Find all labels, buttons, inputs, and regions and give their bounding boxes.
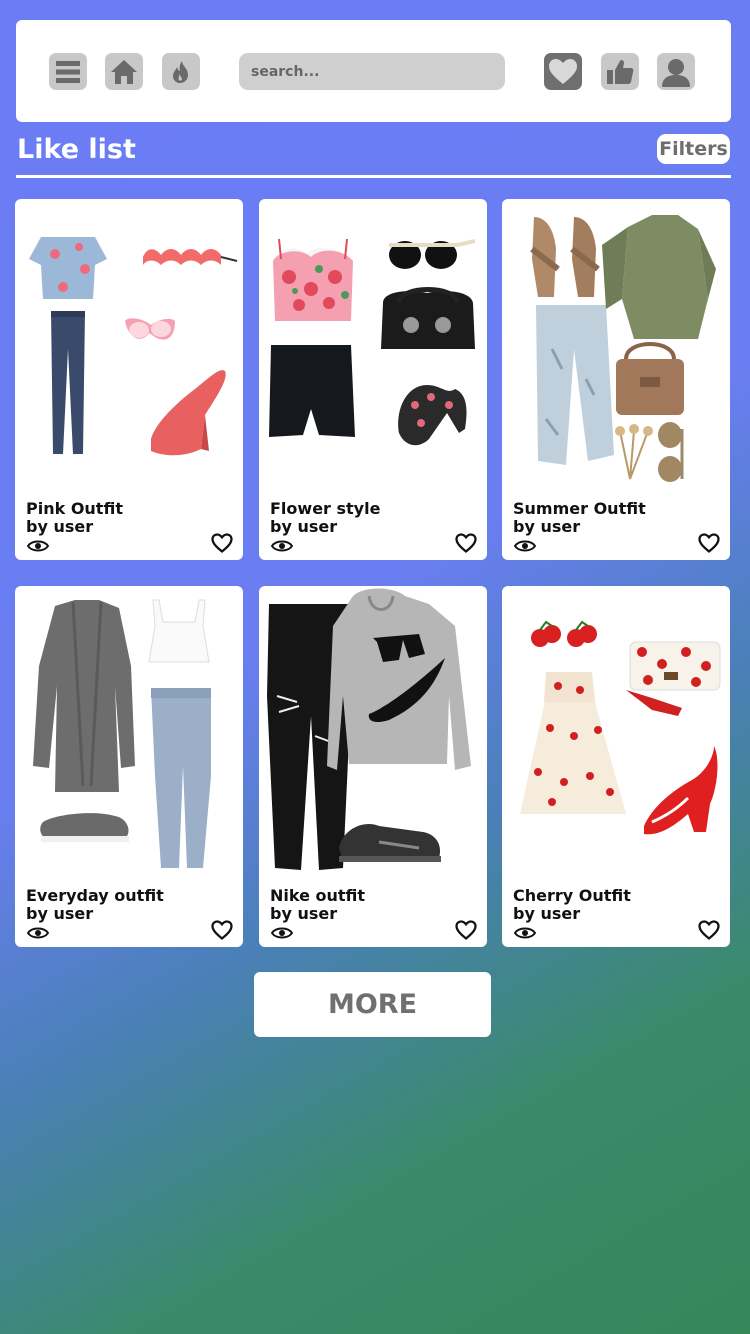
outfit-image <box>33 599 211 868</box>
eye-icon <box>27 927 49 939</box>
title-divider <box>16 175 731 178</box>
eye-icon <box>271 927 293 939</box>
user-icon <box>662 58 690 87</box>
outfit-title: Flower style <box>270 499 381 518</box>
outfit-author: by user <box>270 904 338 923</box>
outfit-title: Everyday outfit <box>26 886 164 905</box>
heart-icon[interactable] <box>211 920 233 940</box>
outfit-author: by user <box>513 904 581 923</box>
outfit-image <box>267 588 471 870</box>
thumbs-up-icon <box>607 59 634 84</box>
home-icon <box>111 59 137 84</box>
heart-icon[interactable] <box>698 920 720 940</box>
heart-icon[interactable] <box>211 533 233 553</box>
outfit-card[interactable]: Cherry Outfit by user <box>502 586 730 947</box>
outfit-image <box>520 620 721 835</box>
eye-icon <box>27 540 49 552</box>
home-button[interactable] <box>105 53 143 90</box>
outfit-image <box>29 237 238 456</box>
outfit-title: Pink Outfit <box>26 499 123 518</box>
outfit-card[interactable]: Pink Outfit by user <box>15 199 243 560</box>
heart-icon[interactable] <box>698 533 720 553</box>
trending-button[interactable] <box>162 53 200 90</box>
outfit-author: by user <box>26 904 94 923</box>
outfit-author: by user <box>513 517 581 536</box>
filters-button[interactable]: Filters <box>657 134 730 164</box>
menu-icon <box>56 60 80 83</box>
heart-icon[interactable] <box>455 920 477 940</box>
search-input[interactable] <box>239 53 505 90</box>
liked-button[interactable] <box>601 53 639 90</box>
top-bar <box>16 20 731 122</box>
likes-button[interactable] <box>544 53 582 90</box>
eye-icon <box>514 927 536 939</box>
outfit-card[interactable]: Everyday outfit by user <box>15 586 243 947</box>
eye-icon <box>514 540 536 552</box>
outfit-author: by user <box>26 517 94 536</box>
outfit-image <box>269 238 476 446</box>
outfit-title: Summer Outfit <box>513 499 646 518</box>
outfit-image <box>530 215 716 482</box>
outfit-card[interactable]: Nike outfit by user <box>259 586 487 947</box>
outfit-title: Nike outfit <box>270 886 366 905</box>
menu-button[interactable] <box>49 53 87 90</box>
heart-icon <box>549 59 577 84</box>
outfit-author: by user <box>270 517 338 536</box>
eye-icon <box>271 540 293 552</box>
more-button[interactable]: MORE <box>254 972 491 1037</box>
outfit-card[interactable]: Summer Outfit by user <box>502 199 730 560</box>
fire-icon <box>173 60 188 83</box>
heart-icon[interactable] <box>455 533 477 553</box>
outfit-title: Cherry Outfit <box>513 886 631 905</box>
page-title: Like list <box>17 134 136 165</box>
profile-button[interactable] <box>657 53 695 90</box>
outfit-card[interactable]: Flower style by user <box>259 199 487 560</box>
